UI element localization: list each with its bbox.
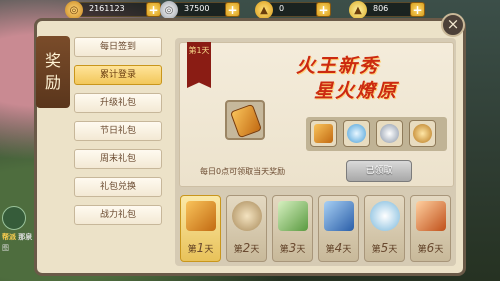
calligraphy-line-1: 火王新秀 (296, 55, 381, 77)
menu-weekend-gift[interactable]: 周末礼包 (74, 149, 162, 169)
day-label: 第2天 (233, 241, 260, 255)
token-icon (229, 103, 263, 139)
close-icon: × (446, 15, 460, 33)
day-card-3[interactable]: 第3天 (272, 195, 313, 262)
day-ribbon: 第1天 (187, 42, 211, 88)
menu-level-gift[interactable]: 升级礼包 (74, 93, 162, 113)
panel-title-line2: 励 (44, 73, 61, 92)
token-icon (314, 124, 333, 143)
reward-item-3[interactable] (376, 120, 403, 147)
gold-ingot-icon: ▲ (255, 1, 273, 19)
reward-item-2[interactable] (343, 120, 370, 147)
silver-value: 37500 (184, 4, 210, 13)
day-label: 第5天 (371, 241, 398, 255)
day-label: 第3天 (279, 241, 306, 255)
menu-cumulative-login[interactable]: 累计登录 (74, 65, 162, 85)
add-coin-button[interactable]: + (146, 2, 161, 17)
featured-reward-item[interactable] (225, 100, 265, 140)
add-gold-ingot-button[interactable]: + (316, 2, 331, 17)
herb-icon (278, 201, 308, 231)
coin-icon (413, 124, 432, 143)
menu-power-gift[interactable]: 战力礼包 (74, 205, 162, 225)
day-card-6[interactable]: 第6天 (410, 195, 451, 262)
spirit-pet-icon (370, 201, 400, 231)
token-icon (186, 201, 216, 231)
coin-icon: ◎ (65, 1, 83, 19)
silver-ingot-counter: ▲ 806 + (349, 1, 425, 19)
menu-gift-redeem[interactable]: 礼包兑换 (74, 177, 162, 197)
chat-line-1: 那泉 (18, 233, 33, 241)
day-label: 第4天 (325, 241, 352, 255)
add-silver-button[interactable]: + (225, 2, 240, 17)
coin-value: 2161123 (89, 4, 125, 13)
panel-title-line1: 奖 (44, 51, 61, 70)
panel-title: 奖 励 (36, 36, 70, 108)
day-card-2[interactable]: 第2天 (226, 195, 267, 262)
claim-note: 每日0点可领取当天奖励 (200, 167, 286, 176)
gold-ingot-value: 0 (279, 4, 285, 13)
day-label: 第6天 (417, 241, 444, 255)
close-button[interactable]: × (441, 13, 465, 37)
character-portrait-icon (232, 201, 262, 231)
day-card-4[interactable]: 第4天 (318, 195, 359, 262)
resource-bar: ◎ 2161123 + ◎ 37500 + ▲ 0 + ▲ 806 + (0, 0, 500, 20)
crystal-icon (347, 124, 366, 143)
day-label: 第1天 (187, 241, 214, 255)
day-card-1[interactable]: 第1天 (180, 195, 221, 262)
coin-counter: ◎ 2161123 + (65, 1, 161, 19)
add-silver-ingot-button[interactable]: + (410, 2, 425, 17)
claimed-button[interactable]: 已领取 (346, 160, 412, 182)
silver-coin-icon: ◎ (160, 1, 178, 19)
gold-ingot-counter: ▲ 0 + (255, 1, 331, 19)
silver-coin-icon (380, 124, 399, 143)
day-card-5[interactable]: 第5天 (364, 195, 405, 262)
calligraphy-line-2: 星火燎原 (314, 80, 399, 102)
menu-holiday-gift[interactable]: 节日礼包 (74, 121, 162, 141)
silver-ingot-icon: ▲ (349, 1, 367, 19)
banner-calligraphy: 火王新秀 星火燎原 (296, 54, 398, 104)
reward-item-1[interactable] (310, 120, 337, 147)
reward-item-4[interactable] (409, 120, 436, 147)
silver-ingot-value: 806 (373, 4, 389, 13)
scroll-book-icon (324, 201, 354, 231)
talisman-icon (416, 201, 446, 231)
chat-channel-tag: 帮派 (2, 233, 16, 241)
menu-daily-signin[interactable]: 每日签到 (74, 37, 162, 57)
silver-counter: ◎ 37500 + (160, 1, 240, 19)
